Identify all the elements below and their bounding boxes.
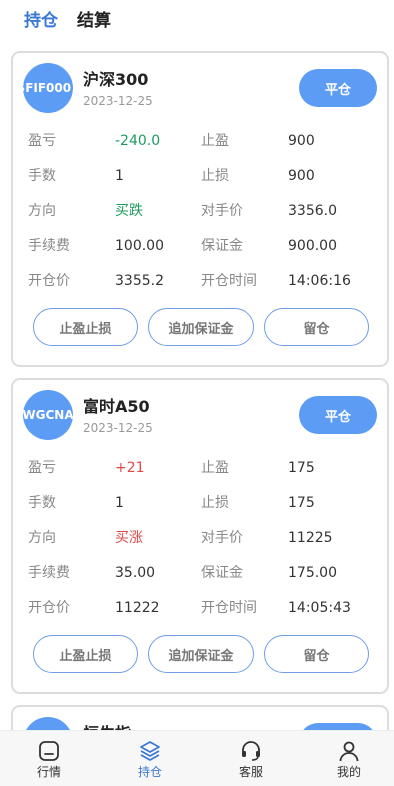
detail-row: 开仓价 3355.2 开仓时间 14:06:16 — [13, 271, 387, 291]
layers-icon — [140, 741, 160, 761]
open-price-label: 开仓价 — [28, 600, 70, 616]
tabbar-label: 我的 — [336, 765, 361, 779]
open-price-label: 开仓价 — [28, 273, 70, 289]
stop-loss-value: 175 — [288, 495, 315, 511]
market-icon — [39, 741, 59, 761]
counter-price-label: 对手价 — [201, 203, 243, 219]
tabbar-item-support[interactable]: 客服 — [202, 731, 300, 786]
headset-icon — [242, 741, 260, 761]
contract-name: 富时A50 — [83, 397, 150, 416]
open-price-value: 3355.2 — [115, 273, 164, 289]
detail-row: 方向 买涨 对手价 11225 — [13, 528, 387, 548]
open-time-label: 开仓时间 — [201, 600, 257, 616]
direction-value: 买跌 — [115, 203, 143, 219]
lots-value: 1 — [115, 168, 124, 184]
lots-value: 1 — [115, 495, 124, 511]
detail-row: 盈亏 -240.0 止盈 900 — [13, 131, 387, 151]
lots-label: 手数 — [28, 168, 56, 184]
counter-price-label: 对手价 — [201, 530, 243, 546]
stop-loss-label: 止损 — [201, 168, 229, 184]
take-profit-value: 900 — [288, 133, 315, 149]
lots-label: 手数 — [28, 495, 56, 511]
pnl-label: 盈亏 — [28, 460, 56, 476]
direction-label: 方向 — [28, 530, 56, 546]
margin-label: 保证金 — [201, 238, 243, 254]
detail-row: 手续费 100.00 保证金 900.00 — [13, 236, 387, 256]
direction-value: 买涨 — [115, 530, 143, 546]
detail-row: 方向 买跌 对手价 3356.0 — [13, 201, 387, 221]
tabbar-label: 客服 — [238, 765, 263, 779]
take-profit-label: 止盈 — [201, 133, 229, 149]
contract-avatar: SFIF0001 — [23, 63, 73, 113]
take-profit-value: 175 — [288, 460, 315, 476]
detail-row: 开仓价 11222 开仓时间 14:05:43 — [13, 598, 387, 618]
tabbar-item-profile[interactable]: 我的 — [300, 731, 394, 786]
fee-value: 100.00 — [115, 238, 164, 254]
tab-positions[interactable]: 持仓 — [24, 10, 58, 32]
profile-icon — [339, 741, 359, 762]
fee-label: 手续费 — [28, 238, 70, 254]
tabbar-label: 持仓 — [137, 765, 162, 779]
tabbar-label: 行情 — [36, 765, 61, 779]
tab-settlement[interactable]: 结算 — [77, 10, 111, 32]
take-profit-stop-loss-button[interactable]: 止盈止损 — [33, 308, 138, 346]
position-card: SFIF0001 沪深300 2023-12-25 平仓 盈亏 -240.0 止… — [11, 51, 389, 367]
add-margin-button[interactable]: 追加保证金 — [148, 308, 254, 346]
take-profit-label: 止盈 — [201, 460, 229, 476]
bottom-tab-bar: 行情 持仓 客服 我的 — [0, 730, 394, 786]
detail-row: 盈亏 +21 止盈 175 — [13, 458, 387, 478]
close-position-button[interactable]: 平仓 — [299, 69, 377, 107]
stop-loss-label: 止损 — [201, 495, 229, 511]
add-margin-button[interactable]: 追加保证金 — [148, 635, 254, 673]
fee-label: 手续费 — [28, 565, 70, 581]
position-date: 2023-12-25 — [83, 94, 153, 108]
tabbar-item-positions[interactable]: 持仓 — [101, 731, 199, 786]
margin-value: 900.00 — [288, 238, 337, 254]
pnl-value: +21 — [115, 460, 145, 476]
tabbar-item-market[interactable]: 行情 — [0, 731, 98, 786]
close-position-button[interactable]: 平仓 — [299, 396, 377, 434]
open-time-label: 开仓时间 — [201, 273, 257, 289]
position-date: 2023-12-25 — [83, 421, 153, 435]
position-tabs: 持仓 结算 — [0, 0, 394, 44]
pnl-value: -240.0 — [115, 133, 161, 149]
keep-position-button[interactable]: 留仓 — [264, 635, 369, 673]
direction-label: 方向 — [28, 203, 56, 219]
fee-value: 35.00 — [115, 565, 156, 581]
open-time-value: 14:05:43 — [288, 600, 351, 616]
counter-price-value: 3356.0 — [288, 203, 337, 219]
margin-label: 保证金 — [201, 565, 243, 581]
stop-loss-value: 900 — [288, 168, 315, 184]
open-time-value: 14:06:16 — [288, 273, 351, 289]
take-profit-stop-loss-button[interactable]: 止盈止损 — [33, 635, 138, 673]
detail-row: 手续费 35.00 保证金 175.00 — [13, 563, 387, 583]
margin-value: 175.00 — [288, 565, 337, 581]
position-card: WGCNA 富时A50 2023-12-25 平仓 盈亏 +21 止盈 175 … — [11, 378, 389, 694]
keep-position-button[interactable]: 留仓 — [264, 308, 369, 346]
detail-row: 手数 1 止损 900 — [13, 166, 387, 186]
contract-name: 沪深300 — [83, 70, 149, 89]
detail-row: 手数 1 止损 175 — [13, 493, 387, 513]
contract-avatar: WGCNA — [23, 390, 73, 440]
open-price-value: 11222 — [115, 600, 160, 616]
counter-price-value: 11225 — [288, 530, 333, 546]
pnl-label: 盈亏 — [28, 133, 56, 149]
